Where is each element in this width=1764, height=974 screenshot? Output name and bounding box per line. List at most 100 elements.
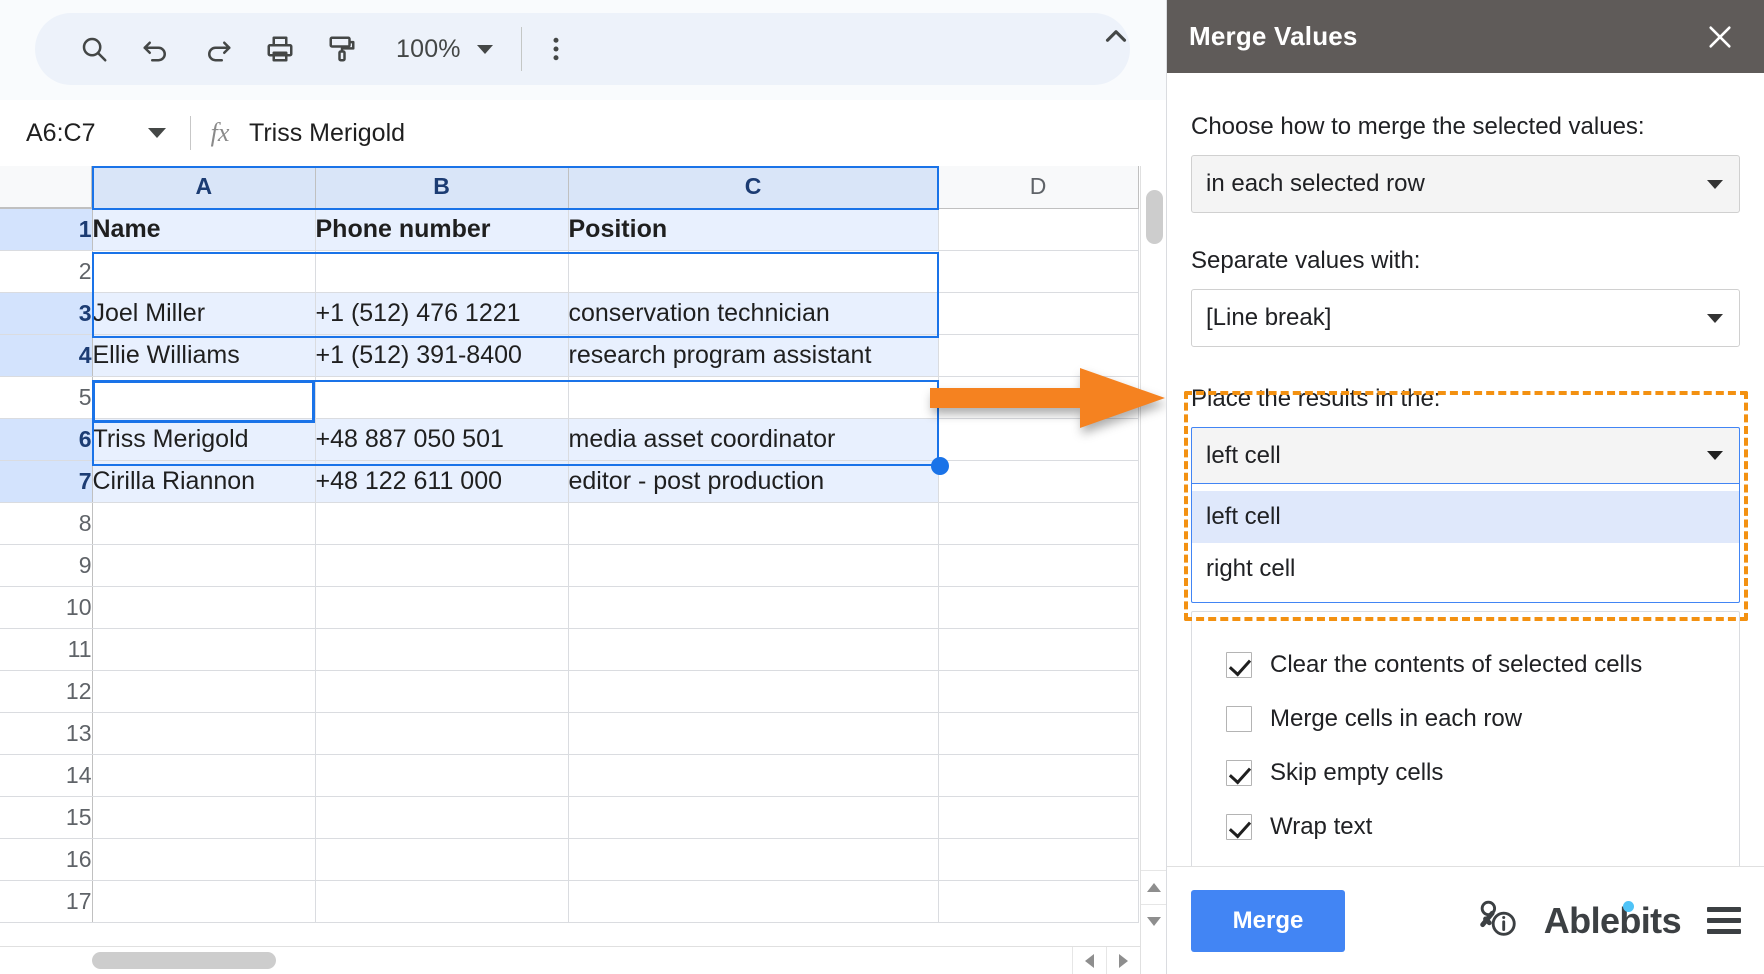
row-header-12[interactable]: 12 [0, 670, 93, 713]
scroll-right-icon[interactable] [1106, 947, 1140, 974]
paint-format-icon[interactable] [316, 23, 368, 75]
row-header-8[interactable]: 8 [0, 502, 93, 545]
row-header-14[interactable]: 14 [0, 754, 93, 797]
cell-D16[interactable] [938, 838, 1139, 881]
place-option-right-cell[interactable]: right cell [1192, 543, 1739, 595]
cell-D7[interactable] [938, 460, 1139, 503]
cell-A1[interactable]: Name [92, 208, 316, 251]
cell-D2[interactable] [938, 250, 1139, 293]
cell-A3[interactable]: Joel Miller [92, 292, 316, 335]
cell-D6[interactable] [938, 418, 1139, 461]
cell-B11[interactable] [315, 628, 569, 671]
column-header-d[interactable]: D [938, 166, 1139, 209]
cell-D3[interactable] [938, 292, 1139, 335]
cell-A11[interactable] [92, 628, 316, 671]
checkbox-row[interactable]: Merge cells in each row [1192, 692, 1739, 746]
cell-D11[interactable] [938, 628, 1139, 671]
checkbox-row[interactable]: Wrap text [1192, 800, 1739, 854]
row-header-9[interactable]: 9 [0, 544, 93, 587]
row-header-2[interactable]: 2 [0, 250, 93, 293]
cell-B15[interactable] [315, 796, 569, 839]
cell-C1[interactable]: Position [568, 208, 939, 251]
cell-D8[interactable] [938, 502, 1139, 545]
cell-A6[interactable]: Triss Merigold [92, 418, 316, 461]
cell-A7[interactable]: Cirilla Riannon [92, 460, 316, 503]
cell-C16[interactable] [568, 838, 939, 881]
column-header-c[interactable]: C [568, 166, 939, 209]
cell-B4[interactable]: +1 (512) 391-8400 [315, 334, 569, 377]
cell-A5[interactable] [92, 376, 316, 419]
horizontal-scrollbar[interactable] [0, 946, 1140, 974]
row-header-11[interactable]: 11 [0, 628, 93, 671]
cell-A2[interactable] [92, 250, 316, 293]
cell-D1[interactable] [938, 208, 1139, 251]
close-icon[interactable] [1698, 15, 1742, 59]
row-header-16[interactable]: 16 [0, 838, 93, 881]
cell-D12[interactable] [938, 670, 1139, 713]
row-header-1[interactable]: 1 [0, 208, 93, 251]
cell-A4[interactable]: Ellie Williams [92, 334, 316, 377]
cell-C17[interactable] [568, 880, 939, 923]
search-icon[interactable] [68, 23, 120, 75]
cell-D5[interactable] [938, 376, 1139, 419]
cell-C15[interactable] [568, 796, 939, 839]
cell-A13[interactable] [92, 712, 316, 755]
undo-icon[interactable] [130, 23, 182, 75]
cell-C2[interactable] [568, 250, 939, 293]
grid[interactable]: A B C D 1 Name Phone number Position 2 3 Joel … [0, 166, 1166, 974]
cell-B10[interactable] [315, 586, 569, 629]
function-icon[interactable]: fx [191, 118, 249, 148]
row-header-3[interactable]: 3 [0, 292, 93, 335]
more-options-icon[interactable] [530, 23, 582, 75]
cell-B17[interactable] [315, 880, 569, 923]
chevron-down-icon[interactable] [148, 128, 166, 138]
checkbox-checked-icon[interactable] [1226, 760, 1252, 786]
cell-A12[interactable] [92, 670, 316, 713]
cell-A9[interactable] [92, 544, 316, 587]
cell-B1[interactable]: Phone number [315, 208, 569, 251]
row-header-6[interactable]: 6 [0, 418, 93, 461]
cell-C8[interactable] [568, 502, 939, 545]
vertical-scrollbar[interactable] [1140, 166, 1166, 974]
row-header-7[interactable]: 7 [0, 460, 93, 503]
cell-D13[interactable] [938, 712, 1139, 755]
cell-B2[interactable] [315, 250, 569, 293]
formula-input[interactable]: Triss Merigold [249, 119, 405, 148]
cell-A10[interactable] [92, 586, 316, 629]
ablebits-logo[interactable]: Ablebits [1544, 900, 1682, 942]
cell-A8[interactable] [92, 502, 316, 545]
cell-C9[interactable] [568, 544, 939, 587]
zoom-selector[interactable]: 100% [390, 25, 499, 73]
cell-C14[interactable] [568, 754, 939, 797]
checkbox-row[interactable]: Skip empty cells [1192, 746, 1739, 800]
cell-C11[interactable] [568, 628, 939, 671]
checkbox-checked-icon[interactable] [1226, 814, 1252, 840]
merge-button[interactable]: Merge [1191, 889, 1345, 952]
checkbox-row[interactable]: Clear the contents of selected cells [1192, 638, 1739, 692]
cell-C6[interactable]: media asset coordinator [568, 418, 939, 461]
cell-B16[interactable] [315, 838, 569, 881]
checkbox-checked-icon[interactable] [1226, 652, 1252, 678]
cell-C3[interactable]: conservation technician [568, 292, 939, 335]
merge-how-select[interactable]: in each selected row [1191, 155, 1740, 213]
cell-B7[interactable]: +48 122 611 000 [315, 460, 569, 503]
vertical-scrollbar-thumb[interactable] [1146, 190, 1163, 244]
cell-C4[interactable]: research program assistant [568, 334, 939, 377]
cell-D14[interactable] [938, 754, 1139, 797]
cell-B6[interactable]: +48 887 050 501 [315, 418, 569, 461]
cell-B14[interactable] [315, 754, 569, 797]
select-all-corner[interactable] [0, 166, 93, 209]
cell-C10[interactable] [568, 586, 939, 629]
name-box[interactable]: A6:C7 [0, 100, 190, 166]
cell-D15[interactable] [938, 796, 1139, 839]
column-header-a[interactable]: A [92, 166, 316, 209]
row-header-15[interactable]: 15 [0, 796, 93, 839]
cell-A17[interactable] [92, 880, 316, 923]
redo-icon[interactable] [192, 23, 244, 75]
license-info-icon[interactable] [1474, 895, 1520, 946]
cell-D17[interactable] [938, 880, 1139, 923]
place-option-left-cell[interactable]: left cell [1192, 491, 1739, 543]
cell-C12[interactable] [568, 670, 939, 713]
horizontal-scrollbar-thumb[interactable] [92, 952, 276, 969]
row-header-13[interactable]: 13 [0, 712, 93, 755]
